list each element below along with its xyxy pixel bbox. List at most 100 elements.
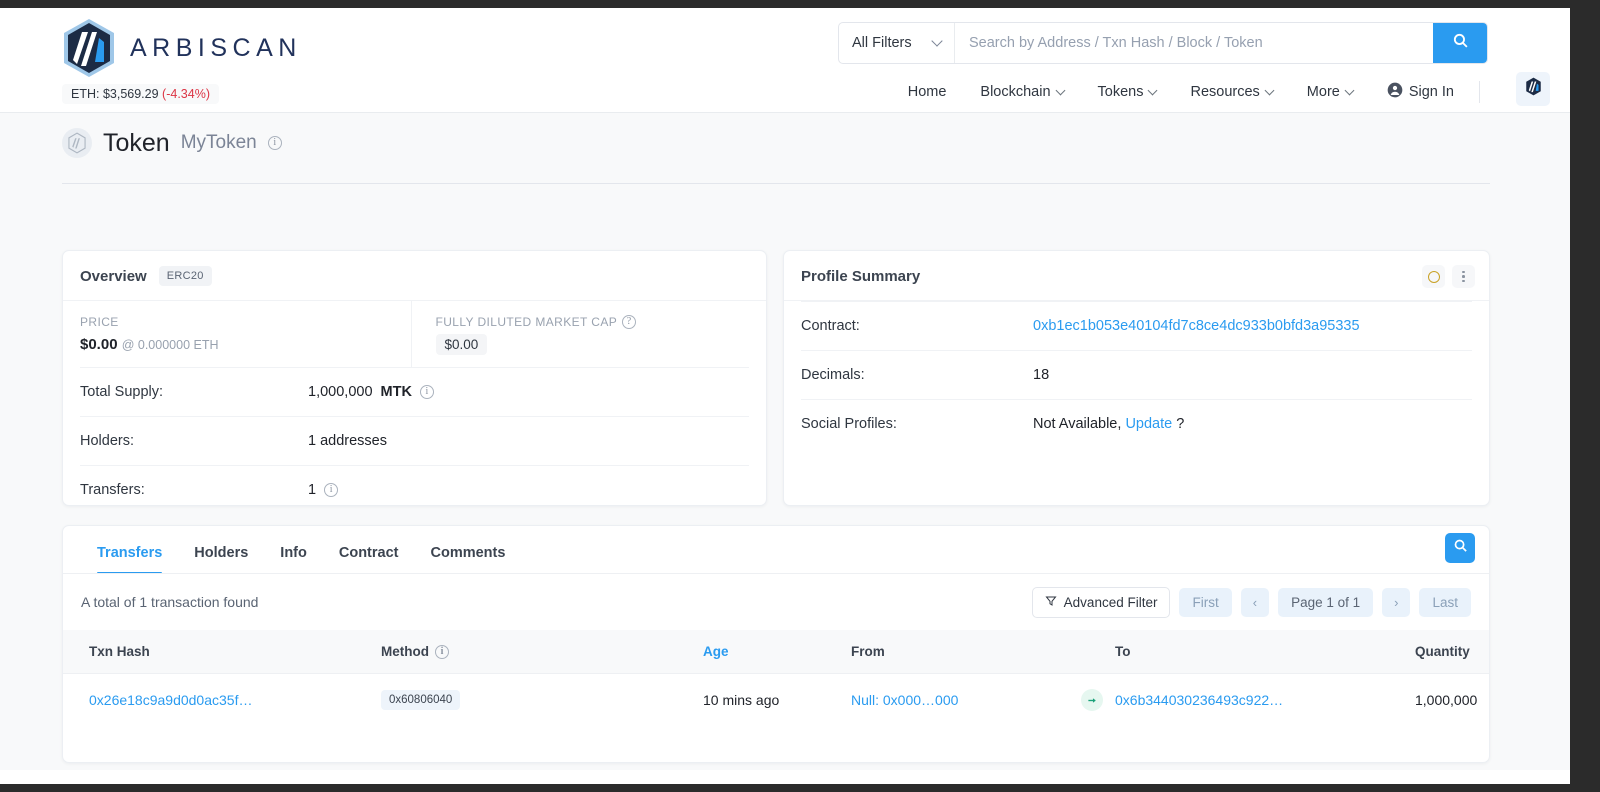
table-header-row: Txn Hash Method i Age From To Quantity	[63, 630, 1489, 674]
transfers-label: Transfers:	[80, 482, 145, 498]
table-search-button[interactable]	[1445, 533, 1475, 563]
title-divider	[62, 183, 1490, 184]
search-input[interactable]	[955, 23, 1433, 63]
update-link[interactable]: Update	[1125, 416, 1172, 432]
chevron-down-icon	[1055, 85, 1065, 95]
method-badge: 0x60806040	[381, 690, 461, 710]
from-address-link[interactable]: Null: 0x000…000	[851, 692, 958, 708]
info-icon[interactable]: i	[419, 385, 434, 399]
brand-name: ARBISCAN	[130, 33, 302, 62]
column-age[interactable]: Age	[703, 630, 851, 674]
info-icon[interactable]: i	[435, 644, 449, 659]
total-supply-row: Total Supply: 1,000,000 MTK i	[80, 367, 749, 416]
overview-card-header: Overview ERC20	[63, 251, 766, 301]
arrow-right-icon	[1081, 689, 1103, 711]
social-profiles-value: Not Available,	[1033, 416, 1122, 432]
transfers-card: Transfers Holders Info Contract Comments	[62, 525, 1490, 763]
advanced-filter-button[interactable]: Advanced Filter	[1031, 586, 1171, 618]
page-title-text: Token	[103, 128, 170, 157]
tab-label: Holders	[194, 545, 249, 561]
tab-transfers[interactable]: Transfers	[81, 545, 178, 574]
market-cap-value: $0.00	[435, 334, 488, 355]
browser-viewport: ARBISCAN ETH: $3,569.29 (-4.34%) All Fil…	[0, 8, 1570, 784]
search-icon	[1453, 538, 1468, 558]
decimals-value: 18	[1033, 367, 1050, 383]
nav-item-more[interactable]: More	[1290, 78, 1370, 106]
main-nav: Home Blockchain Tokens Resources More Si…	[891, 76, 1488, 108]
tab-bar: Transfers Holders Info Contract Comments	[63, 526, 1489, 574]
contract-label: Contract:	[801, 318, 860, 334]
arbiscan-logo-icon	[62, 18, 116, 78]
site-header: ARBISCAN ETH: $3,569.29 (-4.34%) All Fil…	[0, 8, 1570, 113]
tab-label: Transfers	[97, 545, 163, 561]
nav-label: Resources	[1190, 84, 1260, 100]
price-metric: PRICE $0.00 @ 0.000000 ETH	[63, 301, 411, 367]
profile-card-header: Profile Summary	[784, 251, 1489, 301]
transfers-table: Txn Hash Method i Age From To Quantity 0…	[63, 630, 1489, 726]
page-subtitle-text: MyToken	[180, 132, 257, 153]
token-placeholder-icon	[62, 128, 92, 158]
nav-item-resources[interactable]: Resources	[1173, 78, 1289, 106]
price-eth-value: @ 0.000000 ETH	[121, 338, 219, 352]
column-txn-hash: Txn Hash	[89, 644, 150, 659]
sign-in-button[interactable]: Sign In	[1370, 76, 1471, 108]
page-title: Token MyToken i	[62, 128, 282, 158]
eth-price-value: ETH: $3,569.29	[71, 87, 159, 101]
market-cap-metric: FULLY DILUTED MARKET CAP ? $0.00	[410, 301, 767, 367]
user-circle-icon	[1387, 82, 1403, 102]
total-supply-label: Total Supply:	[80, 384, 164, 400]
tab-comments[interactable]: Comments	[415, 545, 522, 574]
column-method: Method i	[381, 630, 703, 674]
all-filters-dropdown[interactable]: All Filters	[839, 23, 955, 63]
brand-logo[interactable]: ARBISCAN	[62, 18, 302, 78]
gold-ring-icon[interactable]	[1422, 265, 1445, 288]
total-supply-value: 1,000,000	[308, 384, 373, 400]
avatar[interactable]	[1516, 72, 1550, 106]
tab-info[interactable]: Info	[264, 545, 323, 574]
social-profiles-label: Social Profiles:	[801, 416, 897, 432]
table-row: 0x26e18c9a9d0d0ac35f… 0x60806040 10 mins…	[63, 673, 1489, 726]
profile-summary-title: Profile Summary	[801, 267, 921, 285]
to-address-link[interactable]: 0x6b344030236493c922…	[1115, 692, 1283, 708]
market-cap-label: FULLY DILUTED MARKET CAP	[435, 315, 618, 329]
search-submit-button[interactable]	[1433, 23, 1487, 63]
pagination-prev[interactable]: ‹	[1240, 587, 1270, 617]
holders-label: Holders:	[80, 433, 134, 449]
info-icon[interactable]: i	[267, 136, 282, 150]
column-method-label: Method	[381, 644, 429, 659]
contract-address-link[interactable]: 0xb1ec1b053e40104fd7c8ce4dc933b0bfd3a953…	[1033, 318, 1360, 334]
tab-label: Contract	[338, 545, 399, 561]
funnel-icon	[1045, 595, 1057, 610]
tab-label: Comments	[430, 545, 506, 561]
pagination-first[interactable]: First	[1179, 587, 1232, 617]
tab-label: Info	[280, 545, 307, 561]
overview-card: Overview ERC20 PRICE $0.00 @ 0.000000 ET…	[62, 250, 767, 506]
tab-contract[interactable]: Contract	[323, 545, 415, 574]
chevron-down-icon	[1148, 85, 1158, 95]
info-icon[interactable]: i	[324, 483, 339, 497]
nav-label: Home	[907, 84, 947, 100]
nav-item-tokens[interactable]: Tokens	[1081, 78, 1174, 106]
page-bottom-edge	[0, 770, 1570, 784]
tab-holders[interactable]: Holders	[178, 545, 264, 574]
column-quantity: Quantity	[1415, 644, 1470, 659]
pagination-next[interactable]: ›	[1382, 587, 1411, 617]
eth-price-badge: ETH: $3,569.29 (-4.34%)	[62, 84, 219, 104]
txn-hash-link[interactable]: 0x26e18c9a9d0d0ac35f…	[89, 692, 252, 708]
nav-item-home[interactable]: Home	[891, 78, 964, 106]
nav-label: Blockchain	[980, 84, 1051, 100]
nav-item-blockchain[interactable]: Blockchain	[963, 78, 1080, 106]
more-vertical-icon[interactable]	[1452, 265, 1475, 288]
token-standard-badge: ERC20	[158, 266, 212, 286]
transfers-value: 1	[308, 482, 317, 498]
pagination-last[interactable]: Last	[1419, 587, 1471, 617]
advanced-filter-label: Advanced Filter	[1063, 594, 1158, 610]
nav-label: Tokens	[1097, 84, 1144, 100]
all-filters-label: All Filters	[852, 35, 912, 51]
sign-in-label: Sign In	[1408, 84, 1454, 100]
price-label: PRICE	[80, 315, 119, 329]
nav-label: More	[1306, 84, 1340, 100]
search-bar: All Filters	[838, 22, 1488, 64]
help-icon[interactable]: ?	[622, 315, 637, 329]
profile-summary-card: Profile Summary Contract: 0xb1ec1b053e40…	[783, 250, 1490, 506]
